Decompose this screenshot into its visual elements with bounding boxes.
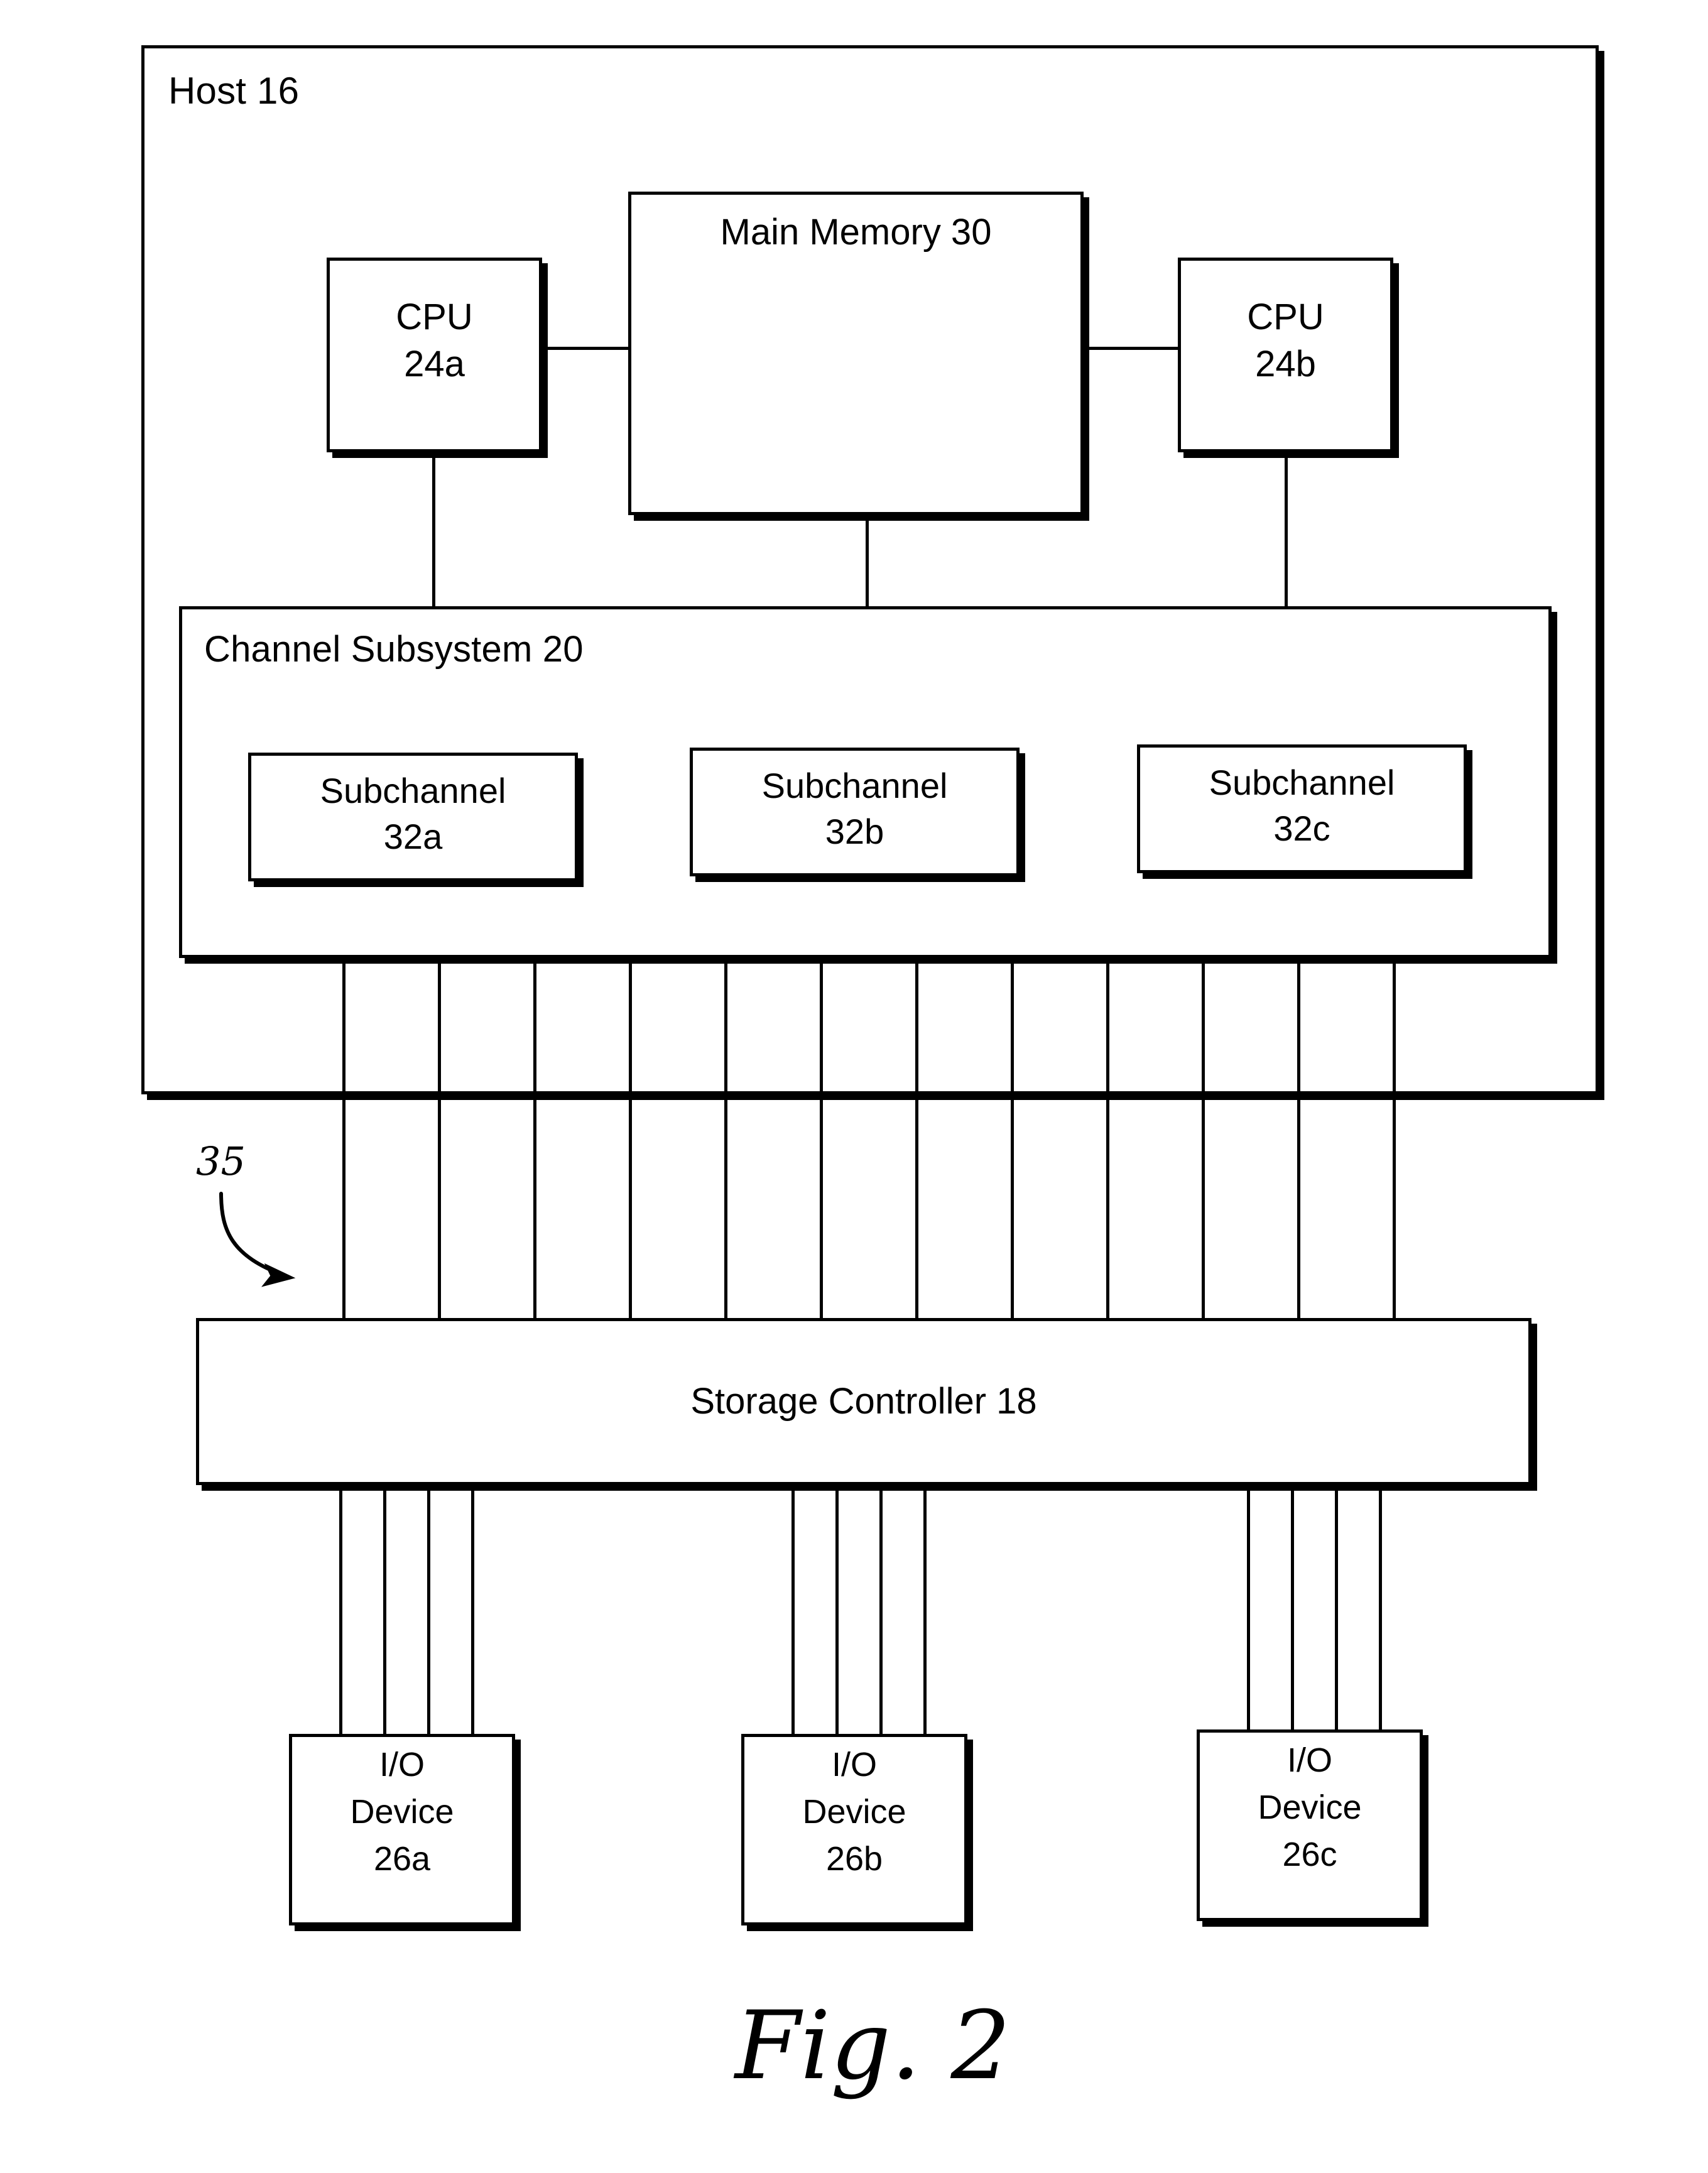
cpu-24b-label-line2: 24b [1255,344,1316,384]
subchannel-32b-label-line2: 32b [825,812,884,851]
figure-canvas: Host 16 CPU 24a Main Memory 30 CPU 24b C… [0,0,1708,2173]
io-link-line [923,1484,927,1735]
channel-path-line [1202,960,1205,1319]
channel-path-line [915,960,918,1319]
io-device-26a-line1: I/O [379,1746,425,1784]
io-device-26c-line1: I/O [1286,1741,1332,1779]
io-link-line [1379,1484,1382,1735]
io-link-line [427,1484,430,1735]
channel-path-line [724,960,727,1319]
io-link-line [835,1484,839,1735]
connector-cpu24a-mainmemory [540,347,630,350]
io-link-line [879,1484,883,1735]
channel-path-line [342,960,345,1319]
subchannel-32b-label-line1: Subchannel [761,766,948,805]
channel-path-line [820,960,823,1319]
io-device-26a-line2: Device [350,1793,454,1831]
io-link-line [383,1484,386,1735]
io-device-26a-line3: 26a [373,1840,431,1878]
cpu-24a-label-line2: 24a [404,344,465,384]
channel-path-line [1297,960,1300,1319]
channel-subsystem-title: Channel Subsystem 20 [204,629,584,670]
channel-path-line [533,960,536,1319]
channel-path-line [629,960,632,1319]
io-link-line [339,1484,342,1735]
cpu-24a-label-line1: CPU [396,297,473,337]
io-device-26c-line3: 26c [1282,1836,1337,1873]
io-device-26b-line1: I/O [831,1746,877,1784]
storage-controller-title: Storage Controller 18 [690,1381,1037,1422]
io-link-line [471,1484,474,1735]
connector-mainmemory-channelsubsystem [866,513,869,609]
io-link-line [1247,1484,1250,1735]
connector-mainmemory-cpu24b [1082,347,1180,350]
io-device-26b-line3: 26b [825,1840,883,1878]
channel-path-line [1106,960,1109,1319]
bus-reference-label: 35 [196,1138,246,1184]
io-link-line [1291,1484,1294,1735]
io-device-26c-line2: Device [1258,1789,1362,1826]
subchannel-32c-label-line1: Subchannel [1209,763,1395,802]
io-device-26b-line2: Device [802,1793,906,1831]
host-title: Host 16 [168,70,300,112]
subchannel-32a-label-line1: Subchannel [320,771,506,810]
channel-path-line [1011,960,1014,1319]
connector-cpu24b-channelsubsystem [1285,450,1288,609]
figure-caption: Fig. 2 [735,1991,1011,2101]
subchannel-32a-label-line2: 32a [383,817,443,856]
io-link-line [1335,1484,1338,1735]
io-link-line [791,1484,795,1735]
main-memory-title: Main Memory 30 [720,212,992,253]
channel-path-line [438,960,441,1319]
connector-cpu24a-channelsubsystem [432,450,435,609]
subchannel-32c-label-line2: 32c [1273,809,1330,848]
channel-path-line [1393,960,1396,1319]
cpu-24b-label-line1: CPU [1247,297,1324,337]
